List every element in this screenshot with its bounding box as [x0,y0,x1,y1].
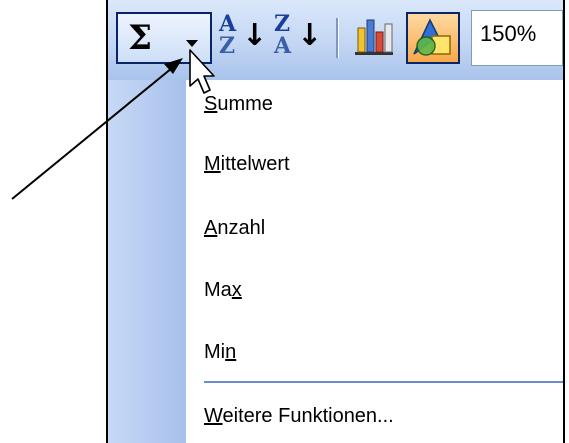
menu-item-weitere-funktionen[interactable]: Weitere Funktionen... [204,396,394,436]
menu-item-text: eitere Funktionen... [222,405,394,427]
menu-item-summe[interactable]: Summe [204,84,273,124]
autosum-icon: Σ [128,18,153,58]
zoom-combobox[interactable]: 150% [471,10,563,66]
sort-descending-arrow-icon: ↓ [297,18,323,53]
menu-item-text: ittelwert [220,153,290,175]
menu-separator [204,381,563,383]
menu-icon-gutter [108,80,186,443]
dropdown-arrow-icon[interactable] [186,40,198,47]
chart-wizard-button[interactable] [351,14,397,60]
toolbar-separator [336,18,339,58]
menu-item-anzahl[interactable]: Anzahl [204,208,265,248]
drawing-button[interactable] [406,12,460,64]
autosum-button[interactable]: Σ [116,12,212,64]
menu-item-min[interactable]: Min [204,332,236,372]
menu-item-text: umme [217,93,273,115]
menu-item-mnemonic: S [204,93,218,115]
chart-wizard-icon [355,19,393,55]
menu-item-text: Ma [204,279,232,301]
drawing-icon [413,18,451,56]
menu-item-mittelwert[interactable]: Mittelwert [204,144,290,184]
standard-toolbar: Σ A Z ↓ Z A ↓ 150% [108,0,563,80]
menu-item-mnemonic: W [204,405,223,427]
zoom-value: 150% [480,21,537,46]
sort-ascending-button[interactable]: A Z ↓ [216,12,268,64]
menu-item-mnemonic: M [204,153,221,175]
autosum-dropdown-menu: Summe Mittelwert Anzahl Max Min Weitere … [108,80,563,443]
frame-border-right [563,0,565,443]
menu-item-mnemonic: x [231,279,242,301]
menu-item-mnemonic: n [225,341,237,363]
sort-descending-button[interactable]: Z A ↓ [271,12,323,64]
sort-descending-icon-lower: A [274,33,292,59]
menu-item-max[interactable]: Max [204,270,242,310]
sort-ascending-arrow-icon: ↓ [242,18,268,53]
menu-item-mnemonic: A [204,217,218,239]
sort-ascending-icon-lower: Z [219,33,236,59]
menu-item-text: Mi [204,341,226,363]
menu-item-text: nzahl [217,217,266,239]
